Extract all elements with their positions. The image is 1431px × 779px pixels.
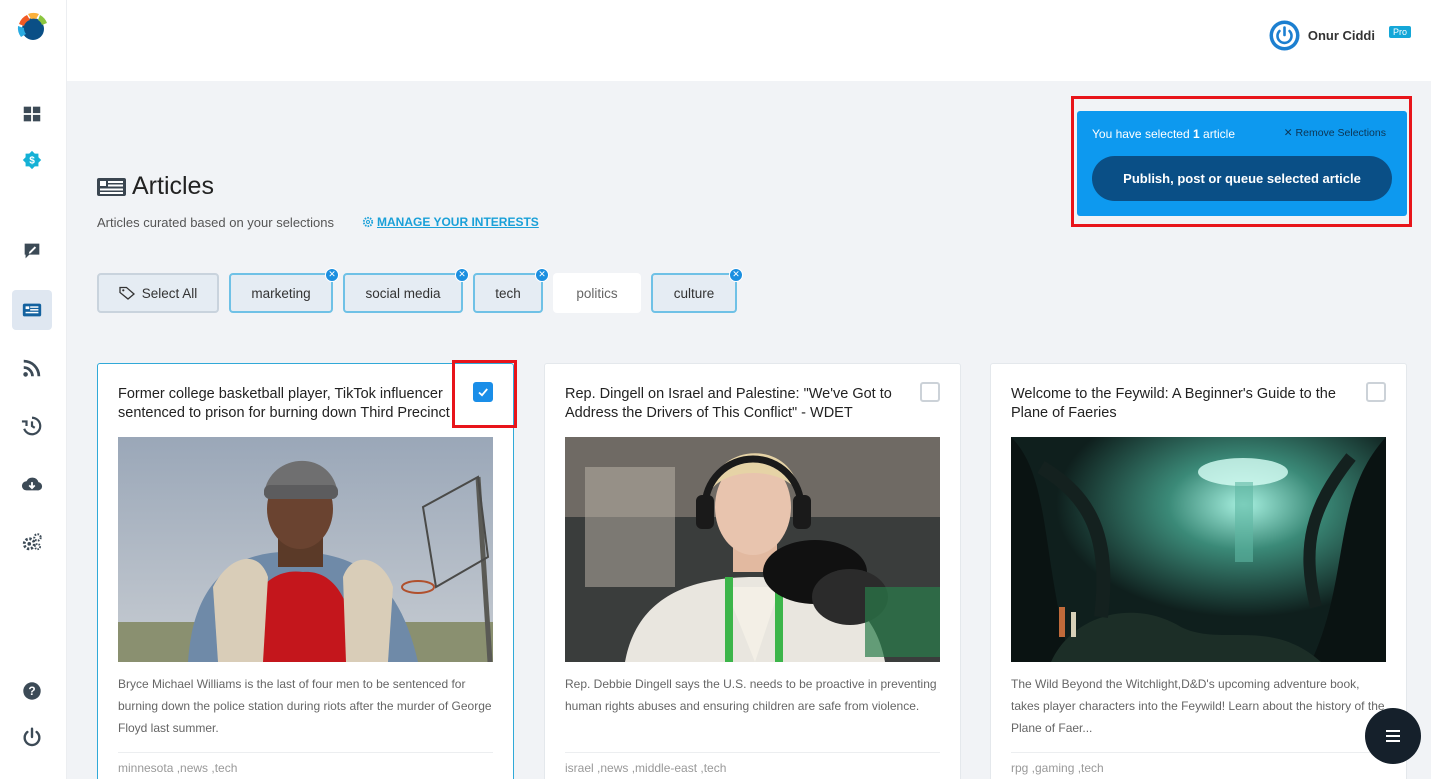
article-title[interactable]: Welcome to the Feywild: A Beginner's Gui… xyxy=(1011,385,1351,423)
sidebar-item-settings[interactable] xyxy=(12,522,52,562)
articles-title-icon xyxy=(97,177,126,196)
checkbox-highlight-frame xyxy=(452,360,517,428)
sidebar-item-feeds[interactable] xyxy=(12,348,52,388)
compose-icon xyxy=(24,243,40,259)
remove-tag-icon[interactable]: ✕ xyxy=(535,268,549,282)
filter-tag-tech[interactable]: tech ✕ xyxy=(473,268,549,313)
svg-text:$: $ xyxy=(29,156,35,167)
manage-interests-link[interactable]: MANAGE YOUR INTERESTS xyxy=(362,215,539,229)
remove-tag-icon[interactable]: ✕ xyxy=(325,268,339,282)
sidebar-item-help[interactable]: ? xyxy=(12,671,52,711)
article-card[interactable]: Rep. Dingell on Israel and Palestine: "W… xyxy=(544,363,961,779)
tag-icon xyxy=(119,286,135,300)
manage-interests-label: MANAGE YOUR INTERESTS xyxy=(377,215,539,229)
hamburger-menu-icon xyxy=(1386,730,1400,742)
filter-tag-social-media[interactable]: social media ✕ xyxy=(343,268,469,313)
remove-tag-icon[interactable]: ✕ xyxy=(729,268,743,282)
rss-icon xyxy=(23,359,41,377)
cloud-download-icon xyxy=(21,477,43,491)
page-title: Articles xyxy=(132,172,214,200)
article-description: The Wild Beyond the Witchlight,D&D's upc… xyxy=(1011,677,1385,735)
user-name: Onur Ciddi xyxy=(1307,28,1375,43)
settings-gears-icon xyxy=(22,533,42,551)
remove-selections-button[interactable]: ✕ Remove Selections xyxy=(1284,127,1386,139)
article-description: Bryce Michael Williams is the last of fo… xyxy=(118,677,492,735)
dollar-badge-icon: $ xyxy=(22,150,42,170)
filter-tag-culture[interactable]: culture ✕ xyxy=(651,268,743,313)
sidebar-item-articles[interactable] xyxy=(12,290,52,330)
filter-tag-politics[interactable]: politics xyxy=(553,273,641,313)
divider xyxy=(118,752,493,753)
gear-icon xyxy=(362,216,374,228)
article-title[interactable]: Former college basketball player, TikTok… xyxy=(118,385,458,423)
top-bar: Onur Ciddi Pro xyxy=(67,0,1431,81)
sidebar-item-billing[interactable]: $ xyxy=(12,140,52,180)
article-tags: rpg ,gaming ,tech xyxy=(1011,761,1104,775)
sidebar-item-compose[interactable] xyxy=(12,231,52,271)
selection-status: You have selected 1 article xyxy=(1092,127,1236,141)
history-icon xyxy=(21,416,42,436)
article-description: Rep. Debbie Dingell says the U.S. needs … xyxy=(565,677,937,713)
sidebar: $ ? xyxy=(0,0,67,779)
pro-badge: Pro xyxy=(1388,26,1411,38)
sidebar-item-history[interactable] xyxy=(12,406,52,446)
page-header: Articles xyxy=(97,172,214,201)
svg-text:?: ? xyxy=(28,684,35,698)
page-subtitle: Articles curated based on your selection… xyxy=(97,215,335,230)
app-logo[interactable] xyxy=(15,10,51,46)
articles-icon xyxy=(22,303,42,317)
divider xyxy=(1011,752,1386,753)
selection-count: 1 xyxy=(1192,127,1200,141)
article-image[interactable] xyxy=(565,437,940,662)
article-title[interactable]: Rep. Dingell on Israel and Palestine: "W… xyxy=(565,385,905,423)
sidebar-item-dashboard[interactable] xyxy=(12,94,52,134)
divider xyxy=(565,752,940,753)
user-avatar-power-icon xyxy=(1269,20,1300,51)
help-icon: ? xyxy=(23,682,41,700)
article-tags: minnesota ,news ,tech xyxy=(118,761,238,775)
sidebar-item-import[interactable] xyxy=(12,464,52,504)
article-select-checkbox[interactable] xyxy=(1366,382,1386,402)
article-tags: israel ,news ,middle-east ,tech xyxy=(565,761,727,775)
user-menu[interactable]: Onur Ciddi Pro xyxy=(1269,20,1411,51)
publish-selected-button[interactable]: Publish, post or queue selected article xyxy=(1092,156,1392,201)
select-all-button[interactable]: Select All xyxy=(97,273,219,313)
dashboard-grid-icon xyxy=(23,106,41,122)
selection-panel: You have selected 1 article ✕ Remove Sel… xyxy=(1077,111,1407,216)
floating-menu-button[interactable] xyxy=(1365,708,1421,764)
article-card[interactable]: Welcome to the Feywild: A Beginner's Gui… xyxy=(990,363,1407,779)
sidebar-item-logout[interactable] xyxy=(12,717,52,757)
article-image[interactable] xyxy=(1011,437,1386,662)
power-icon xyxy=(23,727,41,747)
article-image[interactable] xyxy=(118,437,493,662)
close-icon: ✕ xyxy=(1283,127,1293,139)
article-select-checkbox[interactable] xyxy=(920,382,940,402)
filter-tag-marketing[interactable]: marketing ✕ xyxy=(229,268,339,313)
remove-tag-icon[interactable]: ✕ xyxy=(455,268,469,282)
